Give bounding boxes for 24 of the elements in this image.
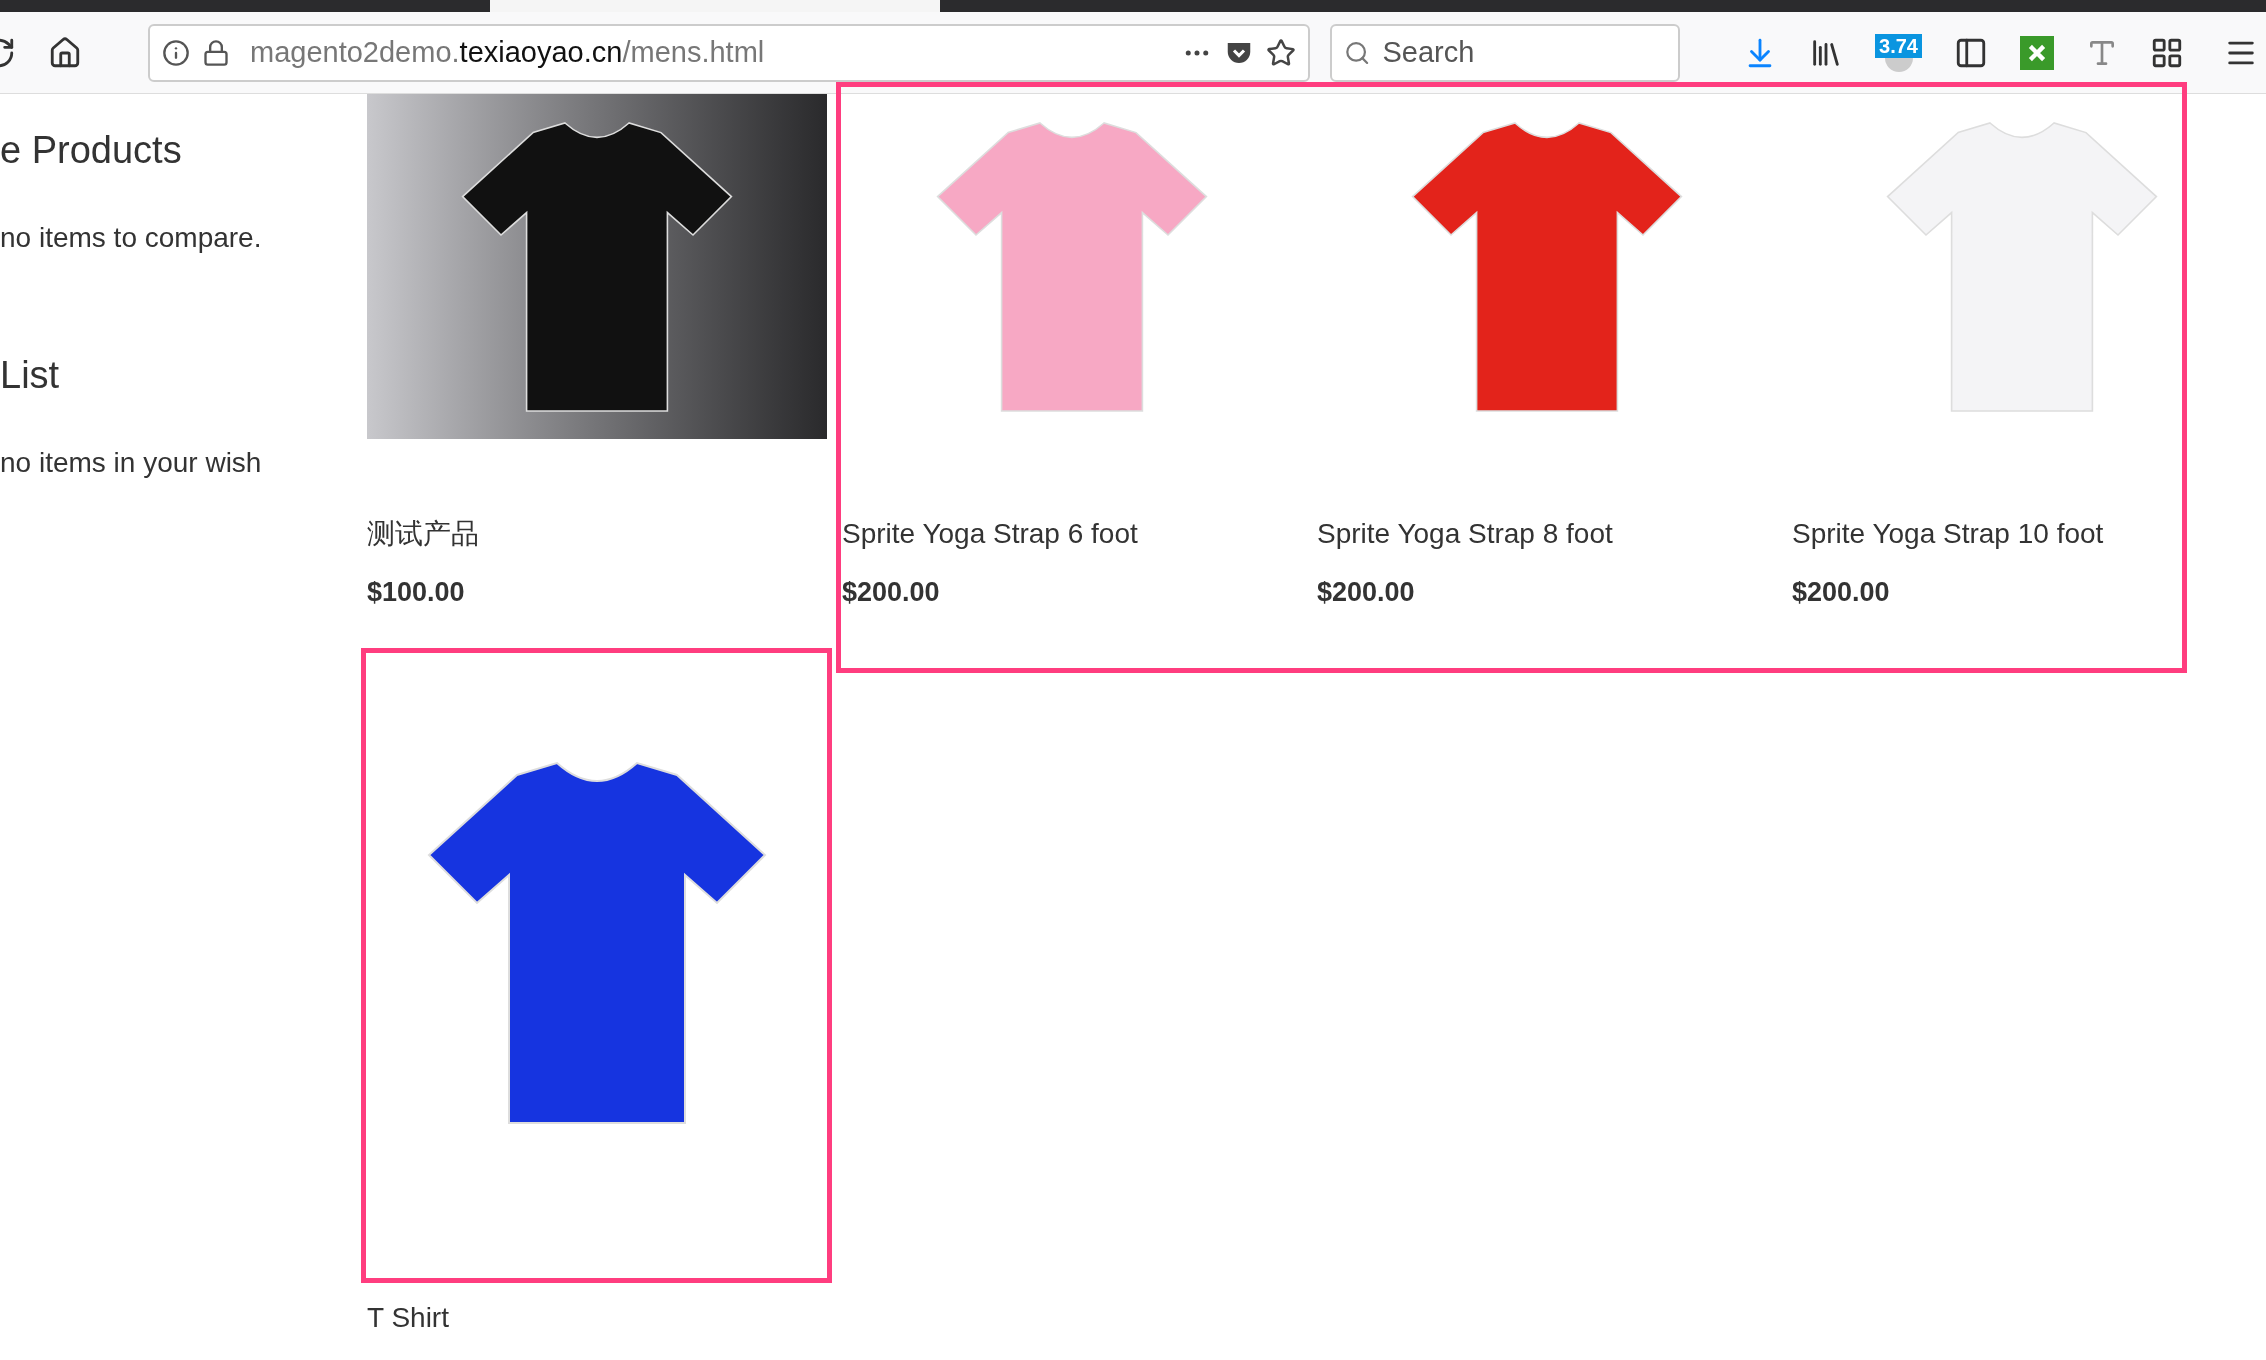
search-input[interactable]: Search xyxy=(1382,30,1666,75)
product-price: $200.00 xyxy=(1792,576,1891,609)
bookmark-star-icon[interactable] xyxy=(1266,37,1296,68)
extension-badge: 3.74 xyxy=(1875,33,1922,58)
block-message: no items to compare. xyxy=(0,221,263,255)
product-name[interactable]: T Shirt xyxy=(367,1297,842,1338)
home-icon[interactable] xyxy=(48,35,82,70)
url-field[interactable]: magento2demo.texiaoyao.cn/mens.html xyxy=(148,23,1310,82)
product-price: $200.00 xyxy=(842,576,941,609)
block-title: List xyxy=(0,353,61,398)
product-price: $200.00 xyxy=(1317,576,1416,609)
product-name[interactable]: Sprite Yoga Strap 6 foot xyxy=(842,514,1317,554)
url-text: magento2demo.texiaoyao.cn/mens.html xyxy=(250,34,765,70)
block-title: e Products xyxy=(0,128,183,173)
info-icon[interactable] xyxy=(162,38,190,67)
product-name[interactable]: Sprite Yoga Strap 10 foot xyxy=(1792,514,2266,554)
product-name[interactable]: 测试产品 xyxy=(367,514,842,554)
block-message: no items in your wish xyxy=(0,446,263,480)
lock-icon[interactable] xyxy=(202,38,230,67)
product-price: $100.00 xyxy=(367,576,466,609)
product-photo[interactable] xyxy=(367,94,827,439)
product-name[interactable]: Sprite Yoga Strap 8 foot xyxy=(1317,514,1792,554)
close-square-icon[interactable] xyxy=(2020,35,2054,70)
search-field[interactable]: Search xyxy=(1330,23,1680,82)
